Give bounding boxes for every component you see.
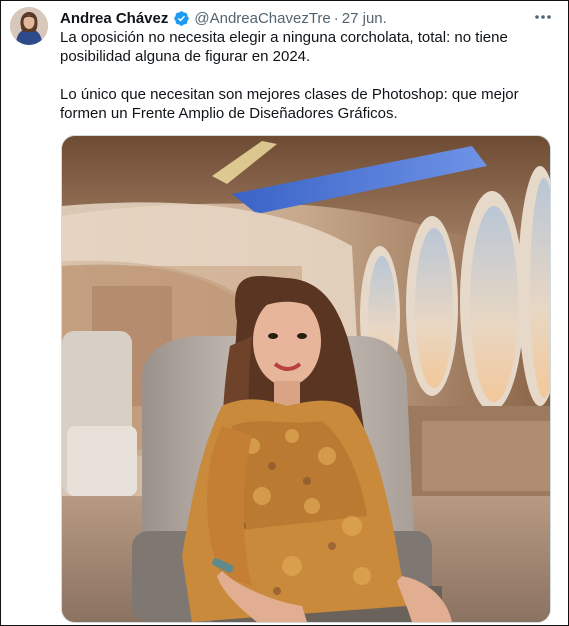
tweet-date[interactable]: 27 jun. (342, 10, 387, 27)
tweet-header: Andrea Chávez @AndreaChavezTre · 27 jun. (60, 8, 387, 28)
tweet-paragraph-2: Lo único que necesitan son mejores clase… (60, 86, 519, 122)
airplane-cabin-photo (62, 136, 550, 622)
avatar[interactable] (10, 7, 48, 45)
tweet: Andrea Chávez @AndreaChavezTre · 27 jun.… (0, 0, 569, 626)
author-handle[interactable]: @AndreaChavezTre (194, 10, 330, 27)
author-name[interactable]: Andrea Chávez (60, 10, 168, 27)
verified-badge-icon (173, 10, 190, 27)
tweet-text: La oposición no necesita elegir a ningun… (60, 28, 540, 123)
header-separator: · (333, 9, 339, 27)
more-options-icon[interactable] (532, 8, 554, 26)
tweet-media-image[interactable] (61, 135, 551, 623)
tweet-paragraph-1: La oposición no necesita elegir a ningun… (60, 29, 508, 65)
